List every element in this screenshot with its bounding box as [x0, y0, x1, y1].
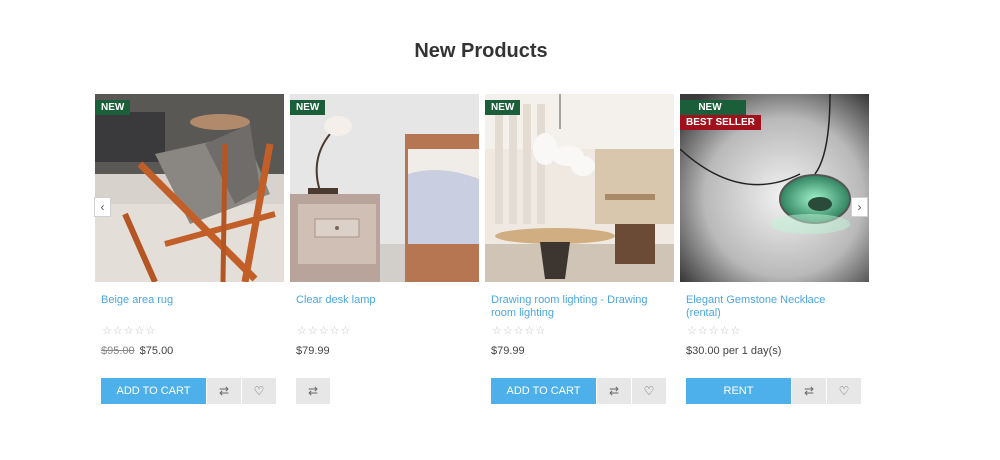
- wishlist-icon[interactable]: ♡: [242, 378, 276, 404]
- product-image[interactable]: NEW: [485, 94, 674, 282]
- add-to-cart-button[interactable]: ADD TO CART: [491, 378, 596, 404]
- new-badge: NEW: [680, 100, 746, 115]
- wishlist-icon[interactable]: ♡: [827, 378, 861, 404]
- rating-stars: ☆☆☆☆☆: [102, 325, 157, 337]
- rating-stars: ☆☆☆☆☆: [297, 325, 352, 337]
- new-badge: NEW: [485, 100, 521, 115]
- product-image[interactable]: NEW: [290, 94, 479, 282]
- section-title: New Products: [414, 40, 548, 62]
- current-price: $79.99: [296, 345, 330, 357]
- product-name-link[interactable]: Clear desk lamp: [296, 294, 472, 307]
- product-price: $95.00 $75.00: [101, 345, 173, 357]
- compare-icon[interactable]: ⇄: [296, 378, 330, 404]
- old-price: $95.00: [101, 345, 135, 357]
- product-price: $79.99: [491, 345, 525, 357]
- product-price: $30.00 per 1 day(s): [686, 345, 781, 357]
- new-badge: NEW: [95, 100, 131, 115]
- product-name-link[interactable]: Beige area rug: [101, 294, 277, 307]
- current-price: $30.00 per 1 day(s): [686, 345, 782, 357]
- compare-icon[interactable]: ⇄: [597, 378, 631, 404]
- rating-stars: ☆☆☆☆☆: [687, 325, 742, 337]
- compare-icon[interactable]: ⇄: [207, 378, 241, 404]
- product-name-link[interactable]: Elegant Gemstone Necklace (rental): [686, 294, 862, 320]
- compare-icon[interactable]: ⇄: [792, 378, 826, 404]
- product-name-link[interactable]: Drawing room lighting - Drawing room lig…: [491, 294, 667, 320]
- current-price: $75.00: [139, 345, 174, 357]
- current-price: $79.99: [491, 345, 525, 357]
- new-badge: NEW: [290, 100, 326, 115]
- chevron-left-icon[interactable]: ‹: [94, 197, 111, 217]
- product-carousel: NEW Beige area rug ☆☆☆☆☆ $95.00 $75.00 AD…: [95, 94, 869, 424]
- product-price: $79.99: [296, 345, 330, 357]
- chevron-right-icon[interactable]: ›: [851, 197, 868, 217]
- product-image[interactable]: NEW: [95, 94, 284, 282]
- wishlist-icon[interactable]: ♡: [632, 378, 666, 404]
- rating-stars: ☆☆☆☆☆: [492, 325, 547, 337]
- best-seller-badge: BEST SELLER: [680, 115, 761, 130]
- add-to-cart-button[interactable]: ADD TO CART: [101, 378, 206, 404]
- product-image[interactable]: NEW BEST SELLER: [680, 94, 869, 282]
- rent-button[interactable]: RENT: [686, 378, 791, 404]
